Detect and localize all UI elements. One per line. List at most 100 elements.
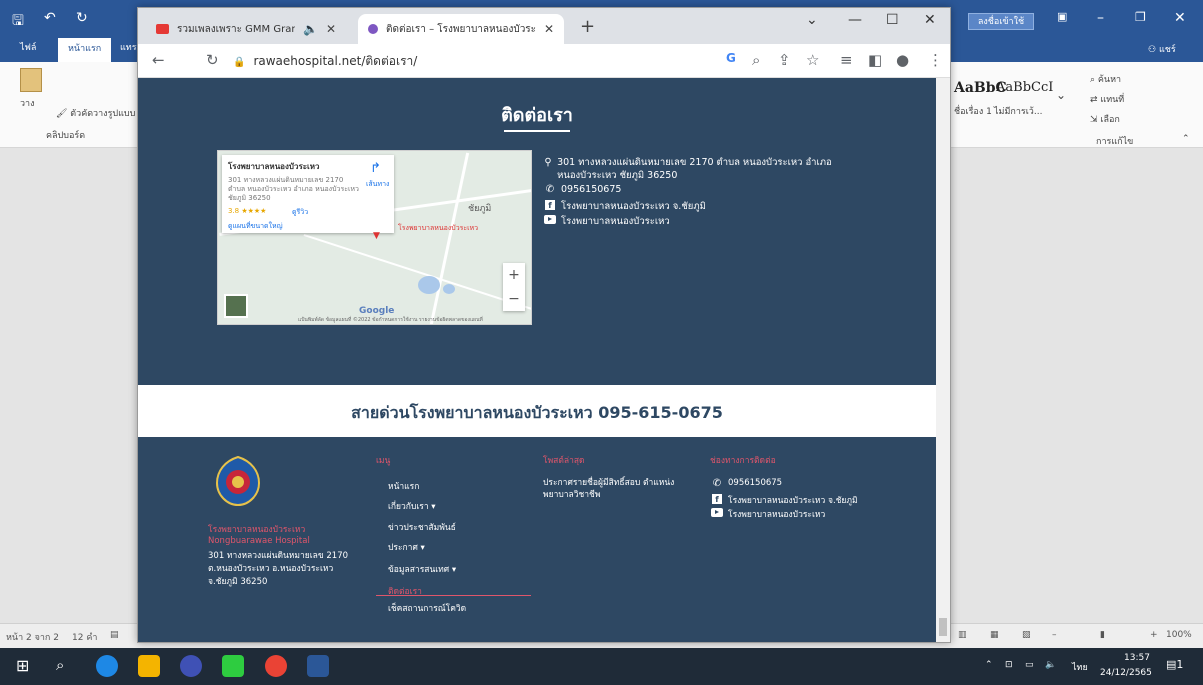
minimize-icon[interactable]: — (848, 12, 862, 28)
language-indicator[interactable]: ไทย (1072, 660, 1088, 674)
directions-icon[interactable]: ↱ (370, 161, 381, 176)
footer-facebook-text: โรงพยาบาลหนองบัวระเหว จ.ชัยภูมิ (728, 496, 858, 506)
page-scrollbar[interactable] (936, 78, 950, 642)
zoom-in-icon[interactable]: + (1150, 630, 1158, 640)
footer-menu-info[interactable]: ข้อมูลสารสนเทศ ▾ (388, 562, 456, 576)
footer-menu-news[interactable]: ข่าวประชาสัมพันธ์ (388, 520, 456, 534)
ribbon-display-icon[interactable]: ▣ (1057, 10, 1067, 23)
directions-label[interactable]: เส้นทาง (366, 179, 389, 190)
page-count[interactable]: หน้า 2 จาก 2 (6, 630, 59, 644)
save-icon[interactable]: 🖫 (12, 10, 24, 34)
tab-search-icon[interactable]: ⌄ (806, 12, 818, 28)
close-icon[interactable]: ✕ (1174, 10, 1186, 26)
map-zoom-out[interactable]: − (503, 287, 525, 311)
address-bar[interactable]: 🔒 rawaehospital.net/ติดต่อเรา/ (233, 49, 683, 73)
footer-menu-home[interactable]: หน้าแรก (388, 479, 419, 493)
notification-icon[interactable]: ▤1 (1166, 658, 1183, 671)
tab-insert[interactable]: แทร (120, 40, 137, 54)
minimize-icon[interactable]: – (1097, 10, 1104, 26)
new-tab-button[interactable]: + (580, 16, 595, 37)
paste-icon[interactable] (20, 68, 42, 92)
map-attribution: แป้นพิมพ์ลัด ข้อมูลแผนที่ ©2022 ข้อกำหนด… (298, 317, 483, 323)
restore-icon[interactable]: ❐ (1135, 10, 1146, 24)
zoom-out-icon[interactable]: – (1052, 630, 1057, 640)
phone-icon: ✆ (545, 184, 555, 195)
satellite-toggle[interactable] (224, 294, 248, 318)
lock-icon: 🔒 (233, 57, 246, 68)
word-count[interactable]: 12 คำ (72, 630, 97, 644)
replace-button[interactable]: ⇄ แทนที่ (1090, 92, 1124, 106)
tab-file[interactable]: ไฟล์ (20, 40, 36, 54)
file-explorer-icon[interactable] (138, 655, 160, 677)
edge-icon[interactable] (96, 655, 118, 677)
map-reviews-link[interactable]: ดูรีวิว (292, 207, 308, 218)
select-button[interactable]: ⇲ เลือก (1090, 112, 1120, 126)
tab-title: รวมเพลงเพราะ GMM Grammy (177, 23, 295, 35)
tab-home[interactable]: หน้าแรก (58, 38, 112, 62)
bookmark-star-icon[interactable]: ☆ (806, 51, 819, 69)
clock-time[interactable]: 13:57 (1124, 653, 1150, 663)
style-nospacing[interactable]: AaBbCcI (996, 80, 1053, 95)
undo-icon[interactable]: ↶ (44, 10, 56, 26)
web-layout-icon[interactable]: ▧ (1022, 630, 1031, 640)
scroll-thumb[interactable] (939, 618, 947, 636)
volume-icon[interactable]: 🔈 (1045, 660, 1056, 670)
browser-tabbar: รวมเพลงเพราะ GMM Grammy 🔈 ✕ ติดต่อเรา – … (138, 8, 950, 44)
side-panel-icon[interactable]: ◧ (868, 51, 882, 69)
zoom-icon[interactable]: ⌕ (752, 51, 760, 69)
map-larger-link[interactable]: ดูแผนที่ขนาดใหญ่ (228, 221, 283, 232)
clock-date[interactable]: 24/12/2565 (1100, 668, 1152, 678)
google-translate-icon[interactable]: G (726, 51, 736, 65)
facebook-icon: f (712, 494, 722, 504)
collapse-ribbon-icon[interactable]: ⌃ (1182, 134, 1190, 144)
browser-tab-youtube[interactable]: รวมเพลงเพราะ GMM Grammy 🔈 ✕ (146, 14, 346, 44)
reading-list-icon[interactable]: ≡ (840, 51, 853, 69)
share-icon[interactable]: ⇪ (778, 51, 791, 69)
word-icon[interactable] (307, 655, 329, 677)
zoom-level[interactable]: 100% (1166, 630, 1192, 640)
back-icon[interactable]: ← (152, 51, 165, 69)
audio-icon[interactable]: 🔈 (303, 22, 318, 36)
map-pin-icon[interactable]: ▼ (373, 231, 380, 241)
maximize-icon[interactable]: ☐ (886, 12, 899, 28)
footer-news-item[interactable]: ประกาศรายชื่อผู้มีสิทธิ์สอบ ตำแหน่ง พยาบ… (543, 477, 693, 501)
windows-start-icon[interactable]: ⊞ (16, 656, 29, 675)
profile-icon[interactable]: ● (896, 51, 909, 69)
windows-taskbar: ⊞ ⌕ ⌃ ⊡ ▭ 🔈 ไทย 13:57 24/12/2565 ▤1 (0, 648, 1203, 685)
print-layout-icon[interactable]: ▦ (990, 630, 999, 640)
proofing-icon[interactable]: ▤ (110, 630, 119, 640)
footer-facebook[interactable]: f โรงพยาบาลหนองบัวระเหว จ.ชัยภูมิ (710, 493, 858, 507)
google-map[interactable]: โรงพยาบาลหนองบัวระเหว 301 ทางหลวงแผ่นดิน… (217, 150, 532, 325)
footer-menu-covid[interactable]: เช็คสถานการณ์โควิด (388, 601, 466, 615)
sign-in-button[interactable]: ลงชื่อเข้าใช้ (968, 13, 1034, 30)
tab-close-icon[interactable]: ✕ (326, 22, 336, 36)
tray-chevron-icon[interactable]: ⌃ (985, 660, 993, 670)
find-button[interactable]: ⌕ ค้นหา (1090, 72, 1121, 86)
hospital-logo-icon (215, 455, 261, 507)
zoom-slider[interactable]: ▮ (1100, 630, 1105, 640)
menu-kebab-icon[interactable]: ⋮ (928, 51, 943, 69)
browser-tab-contact[interactable]: ติดต่อเรา – โรงพยาบาลหนองบัวระเหว ✕ (358, 14, 565, 44)
app-icon[interactable] (180, 655, 202, 677)
redo-icon[interactable]: ↻ (76, 10, 88, 26)
line-icon[interactable] (222, 655, 244, 677)
tab-close-icon[interactable]: ✕ (544, 22, 554, 36)
paste-label[interactable]: วาง (20, 96, 35, 110)
reload-icon[interactable]: ↻ (206, 51, 219, 69)
styles-scroll-icon[interactable]: ⌄ (1056, 88, 1066, 102)
format-painter-button[interactable]: 🖌 ตัวคัดวางรูปแบบ (56, 106, 135, 120)
search-icon[interactable]: ⌕ (56, 656, 64, 674)
map-card-address3: ชัยภูมิ 36250 (228, 194, 271, 202)
contact-facebook[interactable]: f โรงพยาบาลหนองบัวระเหว จ.ชัยภูมิ (543, 199, 706, 214)
contact-youtube[interactable]: โรงพยาบาลหนองบัวระเหว (543, 214, 670, 229)
display-icon[interactable]: ▭ (1025, 660, 1034, 670)
chrome-icon[interactable] (265, 655, 287, 677)
read-mode-icon[interactable]: ▥ (958, 630, 967, 640)
footer-menu-about[interactable]: เกี่ยวกับเรา ▾ (388, 499, 436, 513)
footer-youtube[interactable]: โรงพยาบาลหนองบัวระเหว (710, 507, 825, 521)
network-icon[interactable]: ⊡ (1005, 660, 1013, 670)
close-icon[interactable]: ✕ (924, 12, 936, 28)
map-zoom-in[interactable]: + (503, 263, 525, 287)
share-button[interactable]: ⚇ แชร์ (1148, 42, 1176, 56)
footer-menu-announce[interactable]: ประกาศ ▾ (388, 540, 425, 554)
